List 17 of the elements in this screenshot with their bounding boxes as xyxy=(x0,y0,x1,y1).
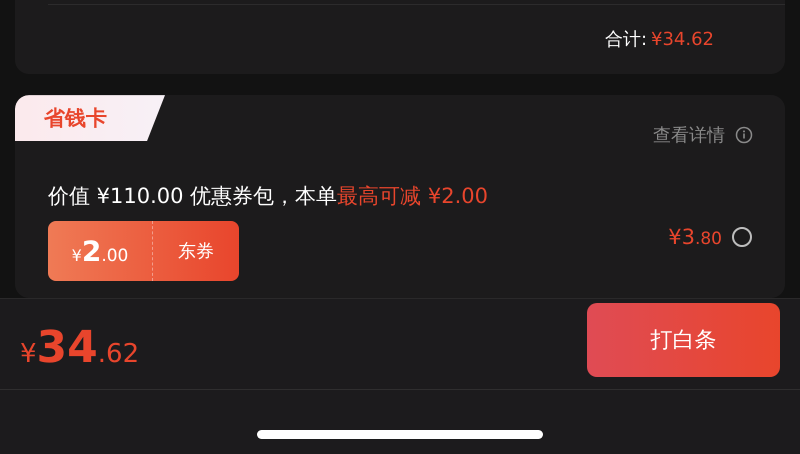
savings-description: 价值 ¥110.00 优惠券包，本单最高可减 ¥2.00 xyxy=(48,183,489,210)
card-price-decimals: .80 xyxy=(694,229,722,250)
select-radio[interactable] xyxy=(732,227,752,248)
coupon-decimals: .00 xyxy=(101,246,128,266)
coupon-currency: ¥ xyxy=(72,246,82,266)
coupon-type: 东券 xyxy=(178,240,214,264)
total-amount: ¥34.62 xyxy=(651,28,714,50)
details-link[interactable]: 查看详情 xyxy=(653,123,753,148)
card-price: ¥3 xyxy=(668,225,695,250)
info-icon xyxy=(735,126,753,144)
pay-button[interactable]: 打白条 xyxy=(587,303,780,377)
savings-card-tag: 省钱卡 xyxy=(15,95,165,142)
coupon-amount: 2 xyxy=(82,235,102,268)
total-currency: ¥ xyxy=(20,338,37,368)
total-label: 合计: xyxy=(604,28,648,51)
total-price: 34 xyxy=(36,322,98,372)
total-decimals: .62 xyxy=(98,338,140,368)
